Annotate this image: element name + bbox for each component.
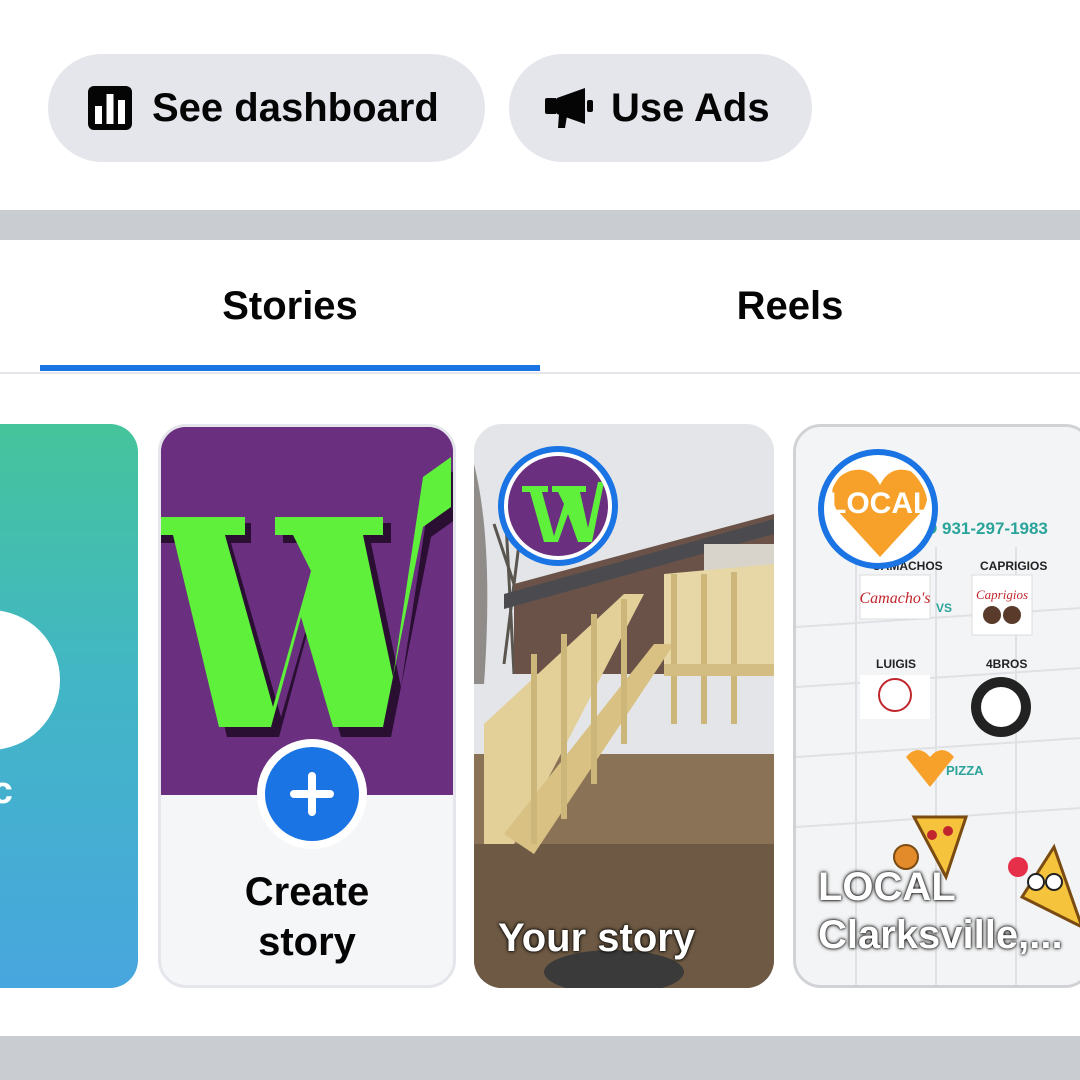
see-dashboard-label: See dashboard <box>152 85 439 130</box>
local-avatar-text: LOCAL <box>828 487 928 520</box>
bar-chart-icon <box>86 84 134 132</box>
tab-stories[interactable]: Stories <box>40 240 540 372</box>
tab-reels-label: Reels <box>736 283 844 328</box>
create-story-plus-button[interactable] <box>257 739 367 849</box>
plus-icon <box>290 772 334 816</box>
your-story-card[interactable]: Your story <box>474 424 774 988</box>
selected-tab-indicator <box>40 365 540 371</box>
music-card-label: sic <box>0 770 13 812</box>
svg-text:Camacho's: Camacho's <box>860 590 931 607</box>
local-label-line2: Clarksville,... <box>818 913 1063 957</box>
see-dashboard-button[interactable]: See dashboard <box>48 54 485 162</box>
tab-stories-label: Stories <box>222 283 358 328</box>
use-ads-label: Use Ads <box>611 85 770 130</box>
create-story-label: Create story <box>161 867 453 967</box>
flyer-caprigios: CAPRIGIOS <box>980 559 1048 573</box>
your-story-label: Your story <box>498 916 696 960</box>
local-clarksville-story-card[interactable]: Camacho's Caprigios TO 931-297-1983 CAMA… <box>793 424 1080 988</box>
create-story-label-line1: Create <box>244 870 370 914</box>
section-separator <box>0 210 1080 240</box>
local-clarksville-avatar: LOCAL <box>818 449 938 569</box>
create-story-label-line2: story <box>258 920 356 964</box>
local-clarksville-label: LOCAL Clarksville,... <box>818 863 1063 959</box>
flyer-vs: VS <box>936 601 953 615</box>
music-story-card[interactable]: sic <box>0 424 138 988</box>
your-story-avatar <box>498 446 618 566</box>
music-icon-circle <box>0 610 60 750</box>
tab-reels[interactable]: Reels <box>540 240 1040 372</box>
flyer-4bros: 4BROS <box>986 657 1028 671</box>
stories-reels-tabs: Stories Reels <box>0 240 1080 374</box>
svg-text:Caprigios: Caprigios <box>976 587 1028 602</box>
section-separator-bottom <box>0 1036 1080 1080</box>
use-ads-button[interactable]: Use Ads <box>509 54 812 162</box>
flyer-pizza: PIZZA <box>946 763 984 778</box>
flyer-luigis: LUIGIS <box>876 657 917 671</box>
create-story-card[interactable]: Create story <box>158 424 456 988</box>
local-label-line1: LOCAL <box>818 865 956 909</box>
megaphone-icon <box>545 84 593 132</box>
